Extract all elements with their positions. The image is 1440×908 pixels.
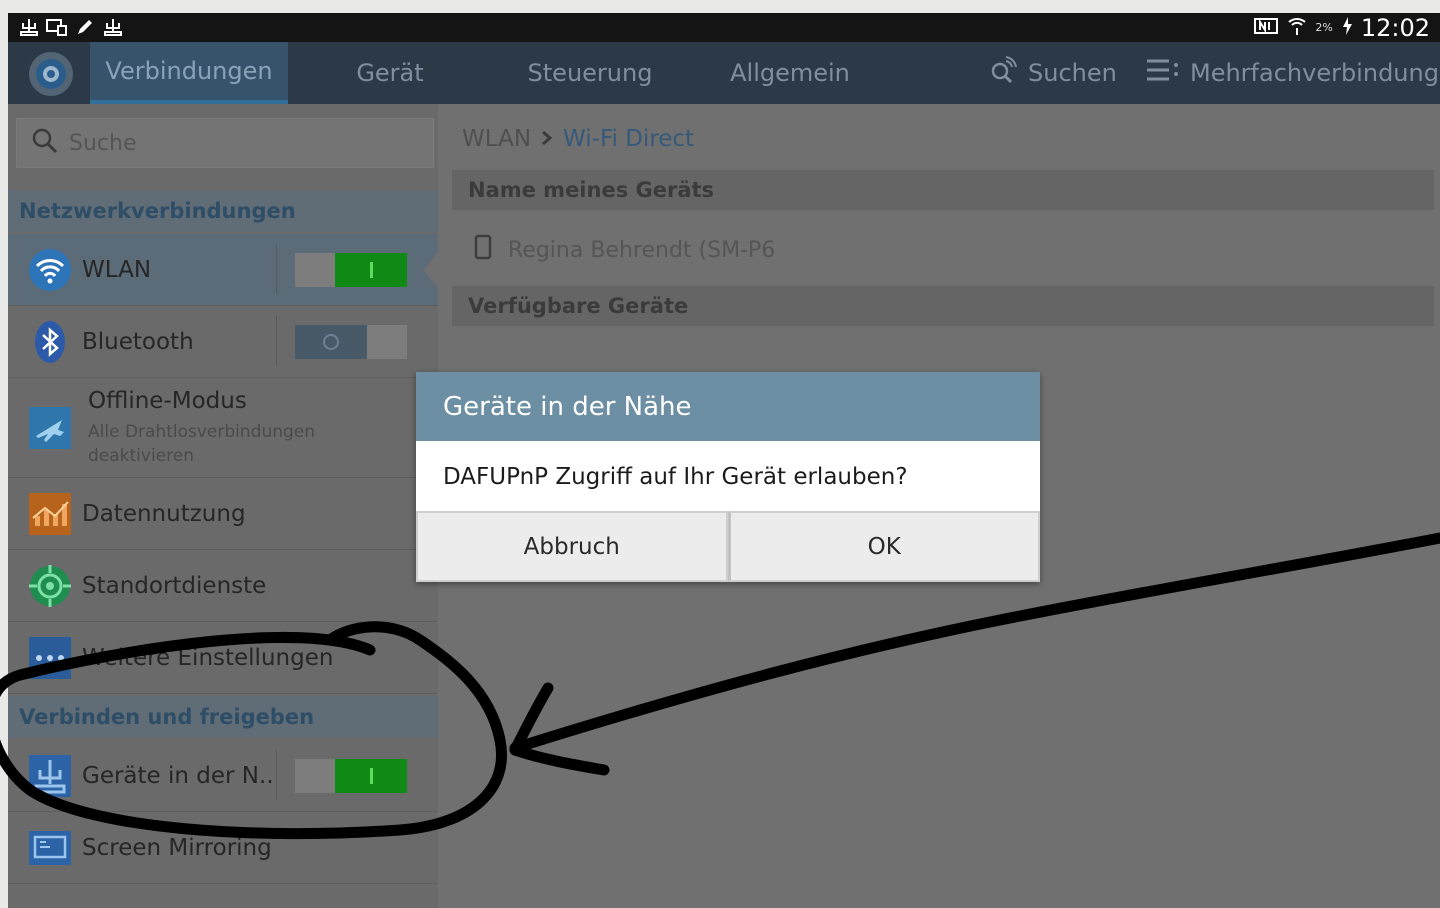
section-title: Verfügbare Geräte — [468, 294, 689, 318]
charging-battery-icon — [1341, 16, 1353, 40]
toggle-thumb-off — [295, 324, 367, 359]
toggle-track-off — [367, 324, 407, 359]
pen-icon — [74, 17, 96, 37]
screenshot-frame: 2% 12:02 Verbindungen Gerät Steuerung Al… — [8, 13, 1440, 908]
sidebar-item-description: Alle Drahtlosverbindungen — [88, 422, 316, 442]
tab-label: Steuerung — [527, 59, 653, 87]
clock: 12:02 — [1360, 13, 1430, 42]
tab-connections[interactable]: Verbindungen — [90, 42, 288, 104]
list-menu-icon — [1146, 57, 1180, 89]
toggle-track-off — [295, 252, 335, 287]
sidebar-item-offline-mode[interactable]: Offline-Modus Alle Drahtlosverbindungen … — [8, 378, 438, 478]
ok-button[interactable]: OK — [727, 511, 1040, 582]
sidebar-item-label: Datennutzung — [82, 500, 246, 527]
section-header-device-name: Name meines Geräts — [452, 170, 1434, 210]
airplane-icon — [28, 406, 72, 450]
sidebar-item-data-usage[interactable]: Datennutzung — [8, 478, 438, 550]
usb-icon — [102, 17, 124, 37]
section-header-network: Netzwerkverbindungen — [8, 190, 438, 232]
section-header-available-devices: Verfügbare Geräte — [452, 286, 1434, 326]
chart-icon — [28, 492, 72, 536]
screen-icon — [46, 17, 68, 37]
nfc-icon — [1253, 17, 1279, 39]
multi-connection-button[interactable]: Mehrfachverbindung — [1146, 42, 1439, 104]
settings-sidebar: Suche Netzwerkverbindungen WLAN Bluetoot… — [8, 104, 438, 908]
tab-label: Verbindungen — [105, 57, 273, 85]
my-device-row[interactable]: Regina Behrendt (SM-P6 — [474, 234, 775, 266]
status-bar: 2% 12:02 — [8, 13, 1440, 42]
gear-icon[interactable] — [20, 48, 82, 100]
dialog-message: DAFUPnP Zugriff auf Ihr Gerät erlauben? — [443, 464, 908, 490]
tab-label: Gerät — [356, 59, 424, 87]
cancel-button-label: Abbruch — [523, 533, 620, 560]
dialog-title-text: Geräte in der Nähe — [443, 391, 692, 422]
device-name: Regina Behrendt (SM-P6 — [508, 237, 776, 263]
tab-controls[interactable]: Steuerung — [490, 42, 690, 104]
usb-icon — [18, 17, 40, 37]
tab-device[interactable]: Gerät — [290, 42, 490, 104]
sidebar-item-label: Screen Mirroring — [82, 834, 272, 861]
tab-label: Allgemein — [730, 59, 850, 87]
settings-tab-bar: Verbindungen Gerät Steuerung Allgemein S… — [8, 42, 1440, 104]
breadcrumb-current: Wi-Fi Direct — [563, 126, 695, 152]
search-icon — [31, 127, 59, 159]
search-placeholder: Suche — [69, 130, 137, 156]
selection-pointer — [424, 252, 438, 288]
search-input[interactable]: Suche — [16, 118, 434, 168]
sidebar-item-more-settings[interactable]: Weitere Einstellungen — [8, 622, 438, 694]
sidebar-item-label: Offline-Modus — [88, 388, 247, 414]
section-title: Name meines Geräts — [468, 178, 715, 202]
divider — [276, 750, 277, 800]
sidebar-item-screen-mirroring[interactable]: Screen Mirroring — [8, 812, 438, 884]
notification-icons — [18, 17, 124, 37]
divider — [276, 316, 277, 366]
battery-percent: 2% — [1315, 21, 1333, 34]
tab-general[interactable]: Allgemein — [690, 42, 890, 104]
dialog-button-row: Abbruch OK — [416, 511, 1040, 582]
toggle-thumb-on — [335, 758, 407, 793]
wifi-signal-icon — [1287, 16, 1307, 40]
section-title: Netzwerkverbindungen — [19, 199, 296, 223]
breadcrumb: WLAN Wi-Fi Direct — [462, 126, 694, 152]
sidebar-item-description: deaktivieren — [88, 446, 194, 466]
toggle-thumb-on — [335, 252, 407, 287]
sidebar-item-wlan[interactable]: WLAN — [8, 234, 438, 306]
more-dots-icon — [28, 636, 72, 680]
sidebar-item-label: Geräte in der N.. — [82, 762, 274, 789]
location-icon — [28, 564, 72, 608]
multi-connection-label: Mehrfachverbindung — [1190, 59, 1439, 87]
status-indicators: 2% 12:02 — [1253, 13, 1430, 42]
sidebar-item-bluetooth[interactable]: Bluetooth — [8, 306, 438, 378]
cancel-button[interactable]: Abbruch — [416, 511, 728, 582]
search-action-label: Suchen — [1028, 59, 1117, 87]
phone-icon — [474, 234, 492, 266]
sidebar-item-label: Standortdienste — [82, 572, 267, 599]
dialog-title: Geräte in der Nähe — [416, 372, 1040, 441]
permission-dialog: Geräte in der Nähe DAFUPnP Zugriff auf I… — [416, 372, 1040, 582]
section-title: Verbinden und freigeben — [19, 705, 315, 729]
sidebar-item-label: WLAN — [82, 256, 152, 283]
nearby-devices-toggle[interactable] — [295, 758, 407, 793]
bluetooth-toggle[interactable] — [295, 324, 407, 359]
divider — [276, 244, 277, 294]
sidebar-item-location[interactable]: Standortdienste — [8, 550, 438, 622]
sidebar-item-label: Bluetooth — [82, 328, 194, 355]
chevron-right-icon — [541, 126, 553, 152]
toggle-track-off — [295, 758, 335, 793]
wifi-icon — [28, 248, 72, 292]
wlan-toggle[interactable] — [295, 252, 407, 287]
sidebar-item-nearby-devices[interactable]: Geräte in der N.. — [8, 740, 438, 812]
search-voice-icon — [988, 55, 1018, 91]
bluetooth-icon — [28, 320, 72, 364]
section-header-connect-share: Verbinden und freigeben — [8, 696, 438, 738]
screen-mirroring-icon — [28, 826, 72, 870]
breadcrumb-parent[interactable]: WLAN — [462, 126, 531, 152]
nearby-devices-icon — [28, 754, 72, 798]
ok-button-label: OK — [867, 533, 901, 560]
search-action-button[interactable]: Suchen — [988, 42, 1117, 104]
sidebar-item-label: Weitere Einstellungen — [82, 644, 334, 671]
